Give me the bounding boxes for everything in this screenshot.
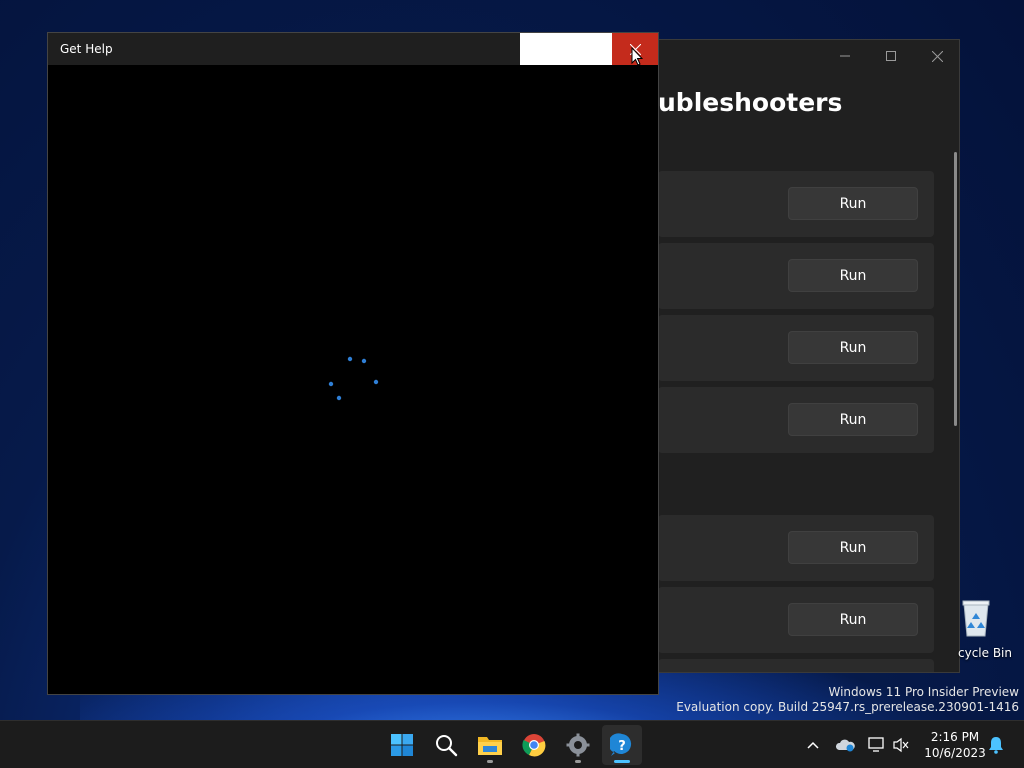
- page-title: ubleshooters: [658, 88, 843, 117]
- troubleshooter-row: Run: [658, 243, 934, 309]
- clock-time: 2:16 PM: [930, 730, 980, 744]
- file-explorer-icon: [478, 737, 502, 755]
- settings-icon: [566, 733, 590, 757]
- troubleshooter-row: Run: [658, 587, 934, 653]
- window-title: Get Help: [60, 42, 113, 56]
- settings-button[interactable]: [558, 725, 598, 765]
- onedrive-icon: [835, 739, 855, 752]
- recycle-bin-icon: [962, 600, 990, 637]
- run-button[interactable]: Run: [788, 331, 918, 364]
- scrollbar[interactable]: [954, 152, 957, 426]
- search-button[interactable]: [426, 725, 466, 765]
- taskbar-clock[interactable]: 2:16 PM 10/6/2023: [920, 729, 990, 761]
- troubleshooter-row: Run: [658, 315, 934, 381]
- evaluation-watermark: Windows 11 Pro Insider Preview Evaluatio…: [676, 685, 1019, 715]
- running-indicator: [487, 760, 493, 763]
- title-bar[interactable]: Get Help: [48, 33, 658, 65]
- chrome-icon: [522, 734, 546, 757]
- active-indicator: [614, 760, 630, 763]
- notifications-button[interactable]: [985, 733, 1007, 757]
- network-tray-button[interactable]: [866, 733, 888, 757]
- close-icon: [931, 50, 943, 62]
- chrome-button[interactable]: [514, 725, 554, 765]
- get-help-button[interactable]: ?: [602, 725, 642, 765]
- maximize-button[interactable]: [868, 40, 914, 72]
- search-icon: [436, 735, 458, 757]
- close-button[interactable]: [914, 40, 959, 72]
- minimize-icon: [840, 55, 850, 57]
- volume-tray-button[interactable]: [890, 733, 912, 757]
- settings-window[interactable]: ubleshooters Run Run Run Run Run Run: [647, 39, 960, 673]
- troubleshooter-row: [658, 659, 934, 672]
- recycle-bin-label: cycle Bin: [958, 646, 1012, 660]
- running-indicator: [575, 760, 581, 763]
- watermark-line: Windows 11 Pro Insider Preview: [828, 685, 1019, 699]
- run-button[interactable]: Run: [788, 187, 918, 220]
- onedrive-tray-button[interactable]: [834, 733, 856, 757]
- troubleshooter-row: Run: [658, 515, 934, 581]
- troubleshooter-row: Run: [658, 387, 934, 453]
- chevron-up-icon: [807, 741, 819, 749]
- minimize-button[interactable]: [822, 40, 868, 72]
- title-bar-blank-area: [520, 33, 612, 65]
- taskbar: ? 2:16 PM 10/6/2023: [0, 720, 1024, 768]
- svg-text:?: ?: [618, 739, 626, 754]
- network-icon: [868, 737, 884, 752]
- run-button[interactable]: Run: [788, 403, 918, 436]
- troubleshooter-row: Run: [658, 171, 934, 237]
- get-help-icon: ?: [610, 733, 632, 756]
- volume-muted-icon: [893, 737, 909, 753]
- watermark-line: Evaluation copy. Build 25947.rs_prerelea…: [676, 700, 1019, 714]
- run-button[interactable]: Run: [788, 259, 918, 292]
- run-button[interactable]: Run: [788, 531, 918, 564]
- show-hidden-icons-button[interactable]: [802, 733, 824, 757]
- start-icon: [391, 734, 413, 756]
- bell-icon: [989, 737, 1003, 754]
- start-button[interactable]: [382, 725, 422, 765]
- clock-date: 10/6/2023: [924, 746, 986, 760]
- file-explorer-button[interactable]: [470, 725, 510, 765]
- recycle-bin[interactable]: cycle Bin: [955, 596, 1024, 666]
- mouse-cursor-icon: [631, 47, 643, 66]
- run-button[interactable]: Run: [788, 603, 918, 636]
- maximize-icon: [886, 51, 896, 61]
- get-help-window[interactable]: Get Help: [47, 32, 659, 695]
- loading-spinner-icon: [328, 356, 379, 401]
